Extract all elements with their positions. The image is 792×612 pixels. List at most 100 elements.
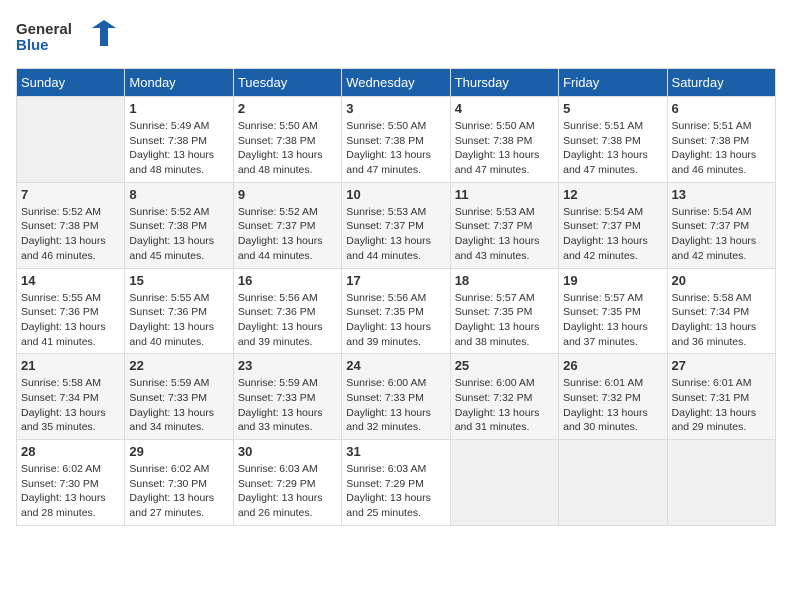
daylight-text: Daylight: 13 hours and 27 minutes. xyxy=(129,492,214,519)
calendar-week-row: 7 Sunrise: 5:52 AM Sunset: 7:38 PM Dayli… xyxy=(17,182,776,268)
daylight-text: Daylight: 13 hours and 36 minutes. xyxy=(672,321,757,348)
sunrise-text: Sunrise: 5:49 AM xyxy=(129,120,209,132)
day-info: Sunrise: 5:56 AM Sunset: 7:35 PM Dayligh… xyxy=(346,291,445,350)
sunset-text: Sunset: 7:29 PM xyxy=(238,478,316,490)
sunrise-text: Sunrise: 6:02 AM xyxy=(21,463,101,475)
calendar-cell: 9 Sunrise: 5:52 AM Sunset: 7:37 PM Dayli… xyxy=(233,182,341,268)
daylight-text: Daylight: 13 hours and 33 minutes. xyxy=(238,407,323,434)
day-info: Sunrise: 5:58 AM Sunset: 7:34 PM Dayligh… xyxy=(672,291,771,350)
sunrise-text: Sunrise: 6:00 AM xyxy=(346,377,426,389)
sunrise-text: Sunrise: 6:02 AM xyxy=(129,463,209,475)
page-header: General Blue xyxy=(16,16,776,56)
day-info: Sunrise: 5:55 AM Sunset: 7:36 PM Dayligh… xyxy=(21,291,120,350)
sunset-text: Sunset: 7:31 PM xyxy=(672,392,750,404)
sunrise-text: Sunrise: 5:50 AM xyxy=(455,120,535,132)
sunset-text: Sunset: 7:38 PM xyxy=(672,135,750,147)
day-info: Sunrise: 5:59 AM Sunset: 7:33 PM Dayligh… xyxy=(129,376,228,435)
day-number: 10 xyxy=(346,187,445,202)
sunrise-text: Sunrise: 5:52 AM xyxy=(129,206,209,218)
day-info: Sunrise: 5:53 AM Sunset: 7:37 PM Dayligh… xyxy=(455,205,554,264)
daylight-text: Daylight: 13 hours and 26 minutes. xyxy=(238,492,323,519)
calendar-cell: 25 Sunrise: 6:00 AM Sunset: 7:32 PM Dayl… xyxy=(450,354,558,440)
day-info: Sunrise: 5:50 AM Sunset: 7:38 PM Dayligh… xyxy=(346,119,445,178)
calendar-cell: 28 Sunrise: 6:02 AM Sunset: 7:30 PM Dayl… xyxy=(17,440,125,526)
sunrise-text: Sunrise: 5:55 AM xyxy=(129,292,209,304)
day-info: Sunrise: 5:58 AM Sunset: 7:34 PM Dayligh… xyxy=(21,376,120,435)
daylight-text: Daylight: 13 hours and 39 minutes. xyxy=(238,321,323,348)
calendar-cell: 20 Sunrise: 5:58 AM Sunset: 7:34 PM Dayl… xyxy=(667,268,775,354)
sunset-text: Sunset: 7:37 PM xyxy=(455,220,533,232)
day-number: 31 xyxy=(346,444,445,459)
day-number: 29 xyxy=(129,444,228,459)
day-info: Sunrise: 5:55 AM Sunset: 7:36 PM Dayligh… xyxy=(129,291,228,350)
day-number: 18 xyxy=(455,273,554,288)
day-info: Sunrise: 5:51 AM Sunset: 7:38 PM Dayligh… xyxy=(563,119,662,178)
day-number: 6 xyxy=(672,101,771,116)
sunrise-text: Sunrise: 5:56 AM xyxy=(238,292,318,304)
calendar-cell: 6 Sunrise: 5:51 AM Sunset: 7:38 PM Dayli… xyxy=(667,97,775,183)
day-info: Sunrise: 5:52 AM Sunset: 7:37 PM Dayligh… xyxy=(238,205,337,264)
calendar-table: SundayMondayTuesdayWednesdayThursdayFrid… xyxy=(16,68,776,526)
day-number: 20 xyxy=(672,273,771,288)
daylight-text: Daylight: 13 hours and 37 minutes. xyxy=(563,321,648,348)
day-info: Sunrise: 5:57 AM Sunset: 7:35 PM Dayligh… xyxy=(563,291,662,350)
daylight-text: Daylight: 13 hours and 48 minutes. xyxy=(238,149,323,176)
sunset-text: Sunset: 7:35 PM xyxy=(563,306,641,318)
logo: General Blue xyxy=(16,16,116,56)
daylight-text: Daylight: 13 hours and 47 minutes. xyxy=(563,149,648,176)
calendar-week-row: 21 Sunrise: 5:58 AM Sunset: 7:34 PM Dayl… xyxy=(17,354,776,440)
day-number: 13 xyxy=(672,187,771,202)
day-number: 23 xyxy=(238,358,337,373)
daylight-text: Daylight: 13 hours and 41 minutes. xyxy=(21,321,106,348)
sunset-text: Sunset: 7:36 PM xyxy=(21,306,99,318)
sunset-text: Sunset: 7:38 PM xyxy=(455,135,533,147)
day-number: 26 xyxy=(563,358,662,373)
sunset-text: Sunset: 7:38 PM xyxy=(129,135,207,147)
day-number: 28 xyxy=(21,444,120,459)
sunrise-text: Sunrise: 6:01 AM xyxy=(563,377,643,389)
sunset-text: Sunset: 7:30 PM xyxy=(21,478,99,490)
daylight-text: Daylight: 13 hours and 28 minutes. xyxy=(21,492,106,519)
calendar-cell: 7 Sunrise: 5:52 AM Sunset: 7:38 PM Dayli… xyxy=(17,182,125,268)
day-number: 14 xyxy=(21,273,120,288)
sunset-text: Sunset: 7:33 PM xyxy=(129,392,207,404)
sunrise-text: Sunrise: 6:00 AM xyxy=(455,377,535,389)
sunset-text: Sunset: 7:38 PM xyxy=(129,220,207,232)
sunset-text: Sunset: 7:34 PM xyxy=(21,392,99,404)
sunset-text: Sunset: 7:37 PM xyxy=(346,220,424,232)
day-info: Sunrise: 5:52 AM Sunset: 7:38 PM Dayligh… xyxy=(21,205,120,264)
day-info: Sunrise: 5:52 AM Sunset: 7:38 PM Dayligh… xyxy=(129,205,228,264)
calendar-week-row: 1 Sunrise: 5:49 AM Sunset: 7:38 PM Dayli… xyxy=(17,97,776,183)
calendar-cell: 18 Sunrise: 5:57 AM Sunset: 7:35 PM Dayl… xyxy=(450,268,558,354)
sunrise-text: Sunrise: 6:03 AM xyxy=(238,463,318,475)
sunset-text: Sunset: 7:38 PM xyxy=(238,135,316,147)
sunset-text: Sunset: 7:32 PM xyxy=(455,392,533,404)
daylight-text: Daylight: 13 hours and 46 minutes. xyxy=(672,149,757,176)
daylight-text: Daylight: 13 hours and 44 minutes. xyxy=(238,235,323,262)
calendar-cell: 3 Sunrise: 5:50 AM Sunset: 7:38 PM Dayli… xyxy=(342,97,450,183)
calendar-cell: 4 Sunrise: 5:50 AM Sunset: 7:38 PM Dayli… xyxy=(450,97,558,183)
daylight-text: Daylight: 13 hours and 48 minutes. xyxy=(129,149,214,176)
sunrise-text: Sunrise: 6:01 AM xyxy=(672,377,752,389)
daylight-text: Daylight: 13 hours and 38 minutes. xyxy=(455,321,540,348)
weekday-header: Saturday xyxy=(667,69,775,97)
calendar-cell xyxy=(667,440,775,526)
day-number: 19 xyxy=(563,273,662,288)
logo-icon: General Blue xyxy=(16,16,116,56)
calendar-week-row: 28 Sunrise: 6:02 AM Sunset: 7:30 PM Dayl… xyxy=(17,440,776,526)
day-number: 7 xyxy=(21,187,120,202)
sunset-text: Sunset: 7:38 PM xyxy=(563,135,641,147)
sunrise-text: Sunrise: 5:51 AM xyxy=(672,120,752,132)
day-info: Sunrise: 5:57 AM Sunset: 7:35 PM Dayligh… xyxy=(455,291,554,350)
sunrise-text: Sunrise: 5:58 AM xyxy=(672,292,752,304)
calendar-cell: 26 Sunrise: 6:01 AM Sunset: 7:32 PM Dayl… xyxy=(559,354,667,440)
day-info: Sunrise: 5:50 AM Sunset: 7:38 PM Dayligh… xyxy=(455,119,554,178)
sunset-text: Sunset: 7:32 PM xyxy=(563,392,641,404)
day-info: Sunrise: 6:00 AM Sunset: 7:32 PM Dayligh… xyxy=(455,376,554,435)
weekday-header: Sunday xyxy=(17,69,125,97)
sunset-text: Sunset: 7:33 PM xyxy=(238,392,316,404)
day-number: 30 xyxy=(238,444,337,459)
weekday-header: Wednesday xyxy=(342,69,450,97)
daylight-text: Daylight: 13 hours and 42 minutes. xyxy=(672,235,757,262)
sunrise-text: Sunrise: 5:57 AM xyxy=(455,292,535,304)
